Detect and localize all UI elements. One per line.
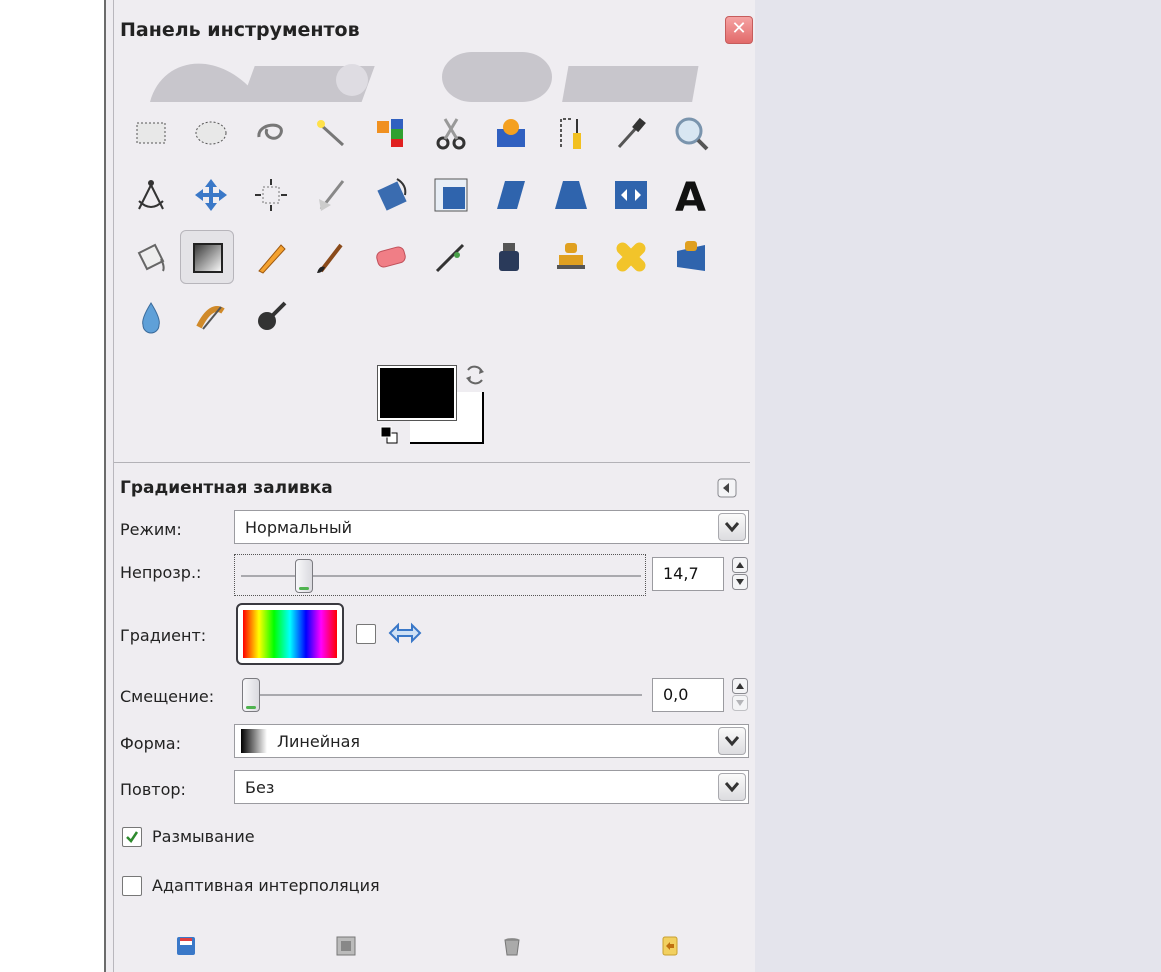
text-icon[interactable]: A	[664, 168, 718, 222]
svg-text:A: A	[675, 175, 706, 215]
offset-input[interactable]: 0,0	[652, 678, 724, 712]
spin-down-icon	[732, 695, 748, 711]
color-picker-icon[interactable]	[604, 106, 658, 160]
repeat-label: Повтор:	[120, 780, 186, 799]
bucket-fill-icon[interactable]	[124, 230, 178, 284]
paintbrush-icon[interactable]	[304, 230, 358, 284]
close-button[interactable]: ✕	[725, 16, 753, 44]
chevron-down-icon[interactable]	[718, 773, 746, 801]
chevron-down-icon[interactable]	[718, 727, 746, 755]
scissors-select-icon[interactable]	[424, 106, 478, 160]
opacity-input[interactable]: 14,7	[652, 557, 724, 591]
default-colors-icon[interactable]	[380, 426, 398, 444]
perspective-clone-icon[interactable]	[664, 230, 718, 284]
rotate-icon[interactable]	[364, 168, 418, 222]
window-edge	[113, 0, 114, 972]
repeat-value: Без	[245, 778, 275, 797]
spin-down-icon[interactable]	[732, 574, 748, 590]
foreground-color[interactable]	[377, 365, 457, 421]
dither-label[interactable]: Размывание	[152, 827, 255, 846]
flip-icon[interactable]	[604, 168, 658, 222]
opacity-slider[interactable]	[234, 554, 646, 596]
fuzzy-select-icon[interactable]	[304, 106, 358, 160]
reverse-arrows-icon[interactable]	[388, 622, 422, 644]
delete-options-icon[interactable]	[500, 934, 524, 958]
tool-options-title: Градиентная заливка	[120, 478, 333, 498]
offset-track	[242, 694, 642, 696]
color-area[interactable]	[377, 360, 498, 455]
offset-label: Смещение:	[120, 687, 215, 706]
align-icon[interactable]	[244, 168, 298, 222]
opacity-thumb[interactable]	[295, 559, 313, 593]
repeat-select[interactable]: Без	[234, 770, 749, 804]
adaptive-checkbox[interactable]	[122, 876, 142, 896]
gradient-button[interactable]	[236, 603, 344, 665]
shape-select[interactable]: Линейная	[234, 724, 749, 758]
toolbox-window: Панель инструментов ✕ A Градиентная зали…	[104, 0, 755, 972]
shear-icon[interactable]	[484, 168, 538, 222]
rect-select-icon[interactable]	[124, 106, 178, 160]
mode-select[interactable]: Нормальный	[234, 510, 749, 544]
separator	[114, 462, 750, 463]
gradient-preview	[243, 610, 337, 658]
shape-value: Линейная	[277, 732, 361, 751]
reset-options-icon[interactable]	[658, 934, 682, 958]
mode-value: Нормальный	[245, 518, 352, 537]
offset-slider[interactable]	[236, 676, 648, 714]
spin-up-icon[interactable]	[732, 557, 748, 573]
window-title: Панель инструментов	[120, 19, 360, 41]
airbrush-icon[interactable]	[424, 230, 478, 284]
clone-icon[interactable]	[544, 230, 598, 284]
blend-icon[interactable]	[180, 230, 234, 284]
move-icon[interactable]	[184, 168, 238, 222]
mode-label: Режим:	[120, 520, 182, 539]
title-bar[interactable]: Панель инструментов ✕	[114, 10, 753, 46]
ellipse-select-icon[interactable]	[184, 106, 238, 160]
adaptive-label[interactable]: Адаптивная интерполяция	[152, 876, 380, 895]
zoom-icon[interactable]	[664, 106, 718, 160]
dodge-burn-icon[interactable]	[244, 290, 298, 344]
reverse-gradient-checkbox[interactable]	[356, 624, 376, 644]
pencil-icon[interactable]	[244, 230, 298, 284]
crop-icon[interactable]	[304, 168, 358, 222]
panel-menu-icon[interactable]	[717, 478, 737, 498]
paths-icon[interactable]	[544, 106, 598, 160]
free-select-icon[interactable]	[244, 106, 298, 160]
save-options-icon[interactable]	[174, 934, 198, 958]
linear-shape-icon	[241, 729, 267, 753]
opacity-label: Непрозр.:	[120, 563, 202, 582]
chevron-down-icon[interactable]	[718, 513, 746, 541]
perspective-icon[interactable]	[544, 168, 598, 222]
offset-thumb[interactable]	[242, 678, 260, 712]
left-background	[0, 0, 104, 972]
right-background	[755, 0, 1161, 972]
select-by-color-icon[interactable]	[364, 106, 418, 160]
wilber-logo	[150, 52, 699, 102]
shape-label: Форма:	[120, 734, 181, 753]
swap-colors-icon[interactable]	[462, 362, 488, 388]
measure-icon[interactable]	[124, 168, 178, 222]
smudge-icon[interactable]	[184, 290, 238, 344]
foreground-select-icon[interactable]	[484, 106, 538, 160]
eraser-icon[interactable]	[364, 230, 418, 284]
ink-icon[interactable]	[484, 230, 538, 284]
spin-up-icon[interactable]	[732, 678, 748, 694]
gradient-label: Градиент:	[120, 626, 207, 645]
restore-options-icon[interactable]	[334, 934, 358, 958]
heal-icon[interactable]	[604, 230, 658, 284]
blur-icon[interactable]	[124, 290, 178, 344]
scale-icon[interactable]	[424, 168, 478, 222]
dither-checkbox[interactable]	[122, 827, 142, 847]
